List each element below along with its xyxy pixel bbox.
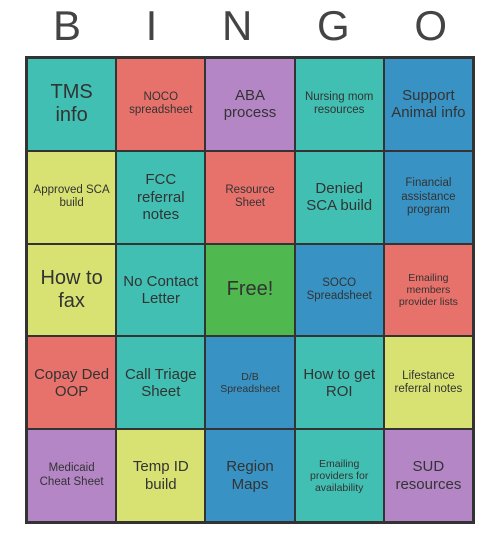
header-letter: N — [222, 2, 252, 50]
bingo-cell[interactable]: How to get ROI — [295, 336, 384, 429]
bingo-cell[interactable]: Support Animal info — [384, 58, 473, 151]
free-cell[interactable]: Free! — [205, 244, 294, 337]
header-letter: O — [414, 2, 447, 50]
bingo-cell[interactable]: SOCO Spreadsheet — [295, 244, 384, 337]
bingo-cell[interactable]: TMS info — [27, 58, 116, 151]
bingo-cell[interactable]: Medicaid Cheat Sheet — [27, 429, 116, 522]
header-letter: I — [146, 2, 158, 50]
bingo-cell[interactable]: SUD resources — [384, 429, 473, 522]
bingo-cell[interactable]: Region Maps — [205, 429, 294, 522]
bingo-cell[interactable]: Emailing members provider lists — [384, 244, 473, 337]
bingo-cell[interactable]: Financial assistance program — [384, 151, 473, 244]
bingo-cell[interactable]: Denied SCA build — [295, 151, 384, 244]
bingo-cell[interactable]: Lifestance referral notes — [384, 336, 473, 429]
bingo-cell[interactable]: D/B Spreadsheet — [205, 336, 294, 429]
bingo-cell[interactable]: No Contact Letter — [116, 244, 205, 337]
bingo-grid: TMS infoNOCO spreadsheetABA processNursi… — [25, 56, 475, 524]
bingo-cell[interactable]: ABA process — [205, 58, 294, 151]
bingo-cell[interactable]: Call Triage Sheet — [116, 336, 205, 429]
bingo-cell[interactable]: Emailing providers for availability — [295, 429, 384, 522]
header-letter: G — [317, 2, 350, 50]
bingo-cell[interactable]: FCC referral notes — [116, 151, 205, 244]
bingo-cell[interactable]: How to fax — [27, 244, 116, 337]
bingo-cell[interactable]: Copay Ded OOP — [27, 336, 116, 429]
bingo-cell[interactable]: NOCO spreadsheet — [116, 58, 205, 151]
bingo-header: B I N G O — [25, 2, 475, 56]
header-letter: B — [53, 2, 81, 50]
bingo-cell[interactable]: Resource Sheet — [205, 151, 294, 244]
bingo-cell[interactable]: Nursing mom resources — [295, 58, 384, 151]
bingo-cell[interactable]: Temp ID build — [116, 429, 205, 522]
bingo-cell[interactable]: Approved SCA build — [27, 151, 116, 244]
